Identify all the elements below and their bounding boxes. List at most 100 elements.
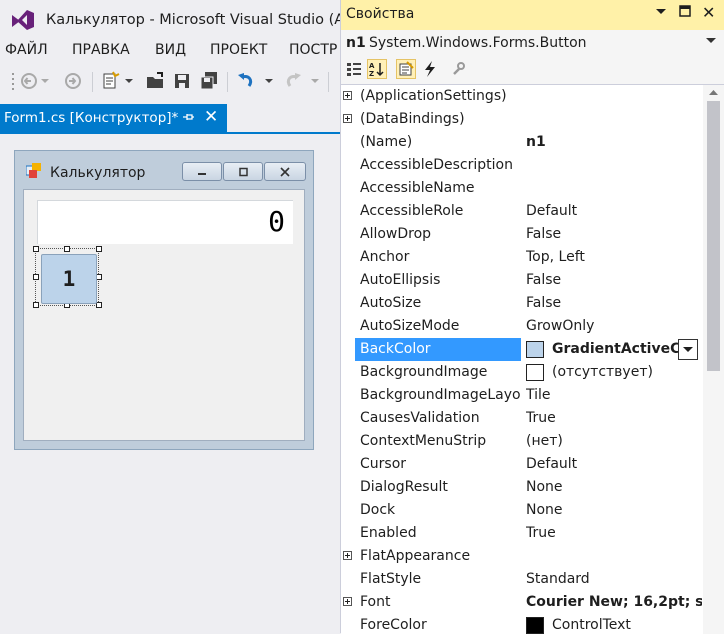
property-value[interactable]: False [526, 295, 702, 311]
form-app-icon [26, 163, 41, 178]
chevron-down-icon[interactable] [706, 37, 716, 48]
property-row[interactable]: Font Courier New; 16,2pt; style [341, 591, 703, 614]
property-value[interactable]: None [526, 479, 702, 495]
property-row[interactable]: BackgroundImageLayout Tile [341, 384, 703, 407]
property-row[interactable]: ContextMenuStrip (нет) [341, 430, 703, 453]
property-value[interactable]: True [526, 410, 702, 426]
form-close-button[interactable] [264, 162, 306, 181]
property-value[interactable]: Top, Left [526, 249, 702, 265]
property-value[interactable]: GrowOnly [526, 318, 702, 334]
form-minimize-button[interactable] [182, 162, 222, 181]
expand-plus-icon[interactable] [343, 114, 352, 123]
resize-handle[interactable] [96, 302, 102, 308]
property-value[interactable]: GradientActiveCaption [552, 341, 680, 357]
property-value[interactable]: Courier New; 16,2pt; style [526, 594, 702, 610]
property-row[interactable]: AutoSizeMode GrowOnly [341, 315, 703, 338]
property-row[interactable]: ForeColor ControlText [341, 614, 703, 634]
property-row[interactable]: AccessibleName [341, 177, 703, 200]
open-file-icon[interactable] [144, 70, 166, 92]
menu-edit[interactable]: ПРАВКА [72, 42, 130, 58]
backcolor-dropdown-button[interactable] [678, 339, 698, 360]
property-row[interactable]: Anchor Top, Left [341, 246, 703, 269]
property-value[interactable]: False [526, 272, 702, 288]
back-icon[interactable] [18, 70, 40, 92]
display-textbox[interactable]: 0 [37, 200, 293, 244]
property-value[interactable]: False [526, 226, 702, 242]
color-swatch [526, 617, 544, 634]
maximize-icon[interactable] [679, 5, 691, 21]
expand-plus-icon[interactable] [343, 91, 352, 100]
new-project-icon[interactable] [98, 70, 122, 92]
property-row[interactable]: AllowDrop False [341, 223, 703, 246]
property-row[interactable]: FlatAppearance [341, 545, 703, 568]
categorized-view-icon[interactable] [344, 59, 364, 79]
forward-icon[interactable] [62, 70, 84, 92]
undo-dropdown-icon[interactable] [264, 70, 274, 92]
property-row[interactable]: (DataBindings) [341, 108, 703, 131]
property-row[interactable]: AutoSize False [341, 292, 703, 315]
scroll-up-icon[interactable] [709, 89, 718, 99]
property-value[interactable]: ControlText [552, 617, 680, 633]
properties-view-icon[interactable] [396, 59, 416, 79]
resize-handle[interactable] [64, 246, 70, 252]
resize-handle[interactable] [96, 246, 102, 252]
alphabetical-sort-icon[interactable]: AZ [367, 59, 387, 79]
property-value[interactable]: Tile [526, 387, 702, 403]
save-all-icon[interactable] [198, 70, 220, 92]
property-row[interactable]: (ApplicationSettings) [341, 85, 703, 108]
svg-text:A: A [369, 62, 375, 70]
back-dropdown-icon[interactable] [40, 70, 50, 92]
events-lightning-icon[interactable] [420, 59, 440, 79]
resize-handle[interactable] [33, 246, 39, 252]
property-value[interactable]: n1 [526, 134, 702, 150]
menu-view[interactable]: ВИД [155, 42, 186, 58]
button-n1[interactable]: 1 [41, 254, 97, 304]
undo-icon[interactable] [234, 70, 258, 92]
object-selector[interactable]: n1 System.Windows.Forms.Button [341, 30, 724, 56]
save-icon[interactable] [171, 70, 193, 92]
property-value[interactable]: True [526, 525, 702, 541]
property-value[interactable]: Default [526, 203, 702, 219]
property-row[interactable]: AccessibleDescription [341, 154, 703, 177]
property-value[interactable]: Standard [526, 571, 702, 587]
new-dropdown-icon[interactable] [124, 70, 134, 92]
property-row[interactable]: (Name) n1 [341, 131, 703, 154]
redo-dropdown-icon[interactable] [310, 70, 320, 92]
property-name: (Name) [360, 134, 413, 150]
property-value[interactable]: (отсутствует) [552, 364, 680, 380]
property-pages-wrench-icon[interactable] [448, 59, 468, 79]
property-row[interactable]: DialogResult None [341, 476, 703, 499]
property-row[interactable]: BackColor GradientActiveCaption [341, 338, 703, 361]
close-icon[interactable]: ✕ [702, 3, 715, 22]
property-row[interactable]: Dock None [341, 499, 703, 522]
resize-handle[interactable] [33, 274, 39, 280]
designed-form[interactable]: Калькулятор 0 1 [14, 150, 314, 450]
property-row[interactable]: AutoEllipsis False [341, 269, 703, 292]
expand-plus-icon[interactable] [343, 597, 352, 606]
property-name: AccessibleDescription [360, 157, 513, 173]
property-value[interactable]: None [526, 502, 702, 518]
properties-title: Свойства [346, 6, 415, 22]
property-row[interactable]: AccessibleRole Default [341, 200, 703, 223]
property-grid-scrollbar[interactable] [703, 85, 724, 634]
property-row[interactable]: Enabled True [341, 522, 703, 545]
property-value[interactable]: (нет) [526, 433, 702, 449]
property-row[interactable]: BackgroundImage (отсутствует) [341, 361, 703, 384]
property-row[interactable]: Cursor Default [341, 453, 703, 476]
resize-handle[interactable] [33, 302, 39, 308]
form-maximize-button[interactable] [223, 162, 263, 181]
expand-plus-icon[interactable] [343, 551, 352, 560]
visual-studio-logo-icon [12, 10, 34, 30]
close-icon[interactable]: ✕ [204, 107, 218, 127]
scroll-thumb[interactable] [707, 101, 720, 371]
property-row[interactable]: CausesValidation True [341, 407, 703, 430]
redo-icon[interactable] [281, 70, 305, 92]
menu-project[interactable]: ПРОЕКТ [210, 42, 267, 58]
property-row[interactable]: FlatStyle Standard [341, 568, 703, 591]
window-position-dropdown-icon[interactable] [656, 5, 666, 20]
property-value[interactable]: Default [526, 456, 702, 472]
pin-icon[interactable] [180, 109, 196, 125]
tab-form1-designer[interactable]: Form1.cs [Конструктор]* ✕ [0, 104, 227, 132]
menu-build[interactable]: ПОСТР [289, 42, 337, 58]
menu-file[interactable]: ФАЙЛ [5, 42, 48, 58]
